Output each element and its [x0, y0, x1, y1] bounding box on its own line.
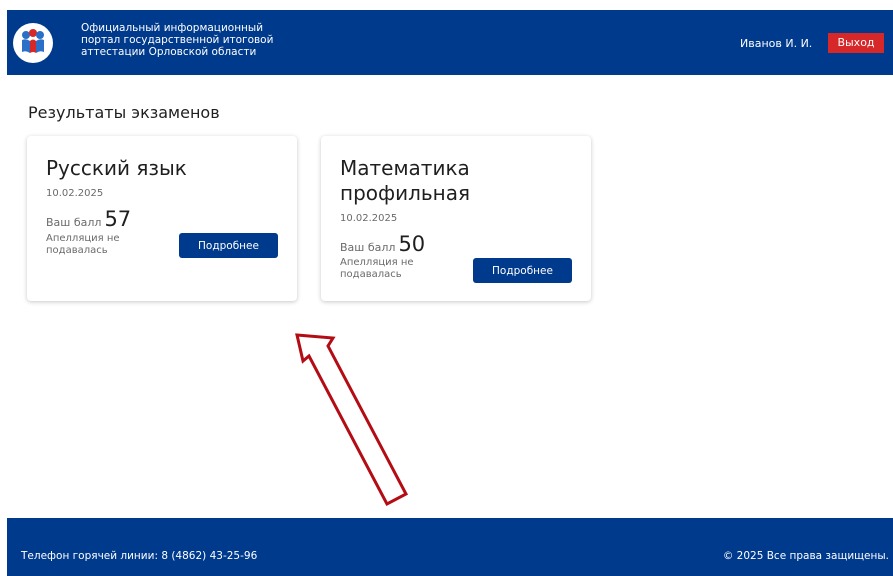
user-name[interactable]: Иванов И. И. [740, 37, 812, 51]
details-button[interactable]: Подробнее [179, 233, 278, 258]
logout-button[interactable]: Выход [828, 33, 884, 53]
appeal-status: Апелляция не подавалась [46, 233, 120, 256]
details-button[interactable]: Подробнее [473, 258, 572, 283]
exam-date: 10.02.2025 [46, 188, 104, 199]
score-label: Ваш балл [46, 216, 102, 229]
arrow-up-left-icon [295, 333, 409, 507]
score-label: Ваш балл [340, 241, 396, 254]
page-title: Результаты экзаменов [28, 103, 220, 122]
score-value: 57 [104, 207, 132, 231]
score-value: 50 [398, 232, 426, 256]
appeal-status: Апелляция не подавалась [340, 257, 414, 280]
gia-logo-icon[interactable] [13, 23, 53, 63]
portal-title: Официальный информационный портал госуда… [81, 22, 274, 58]
copyright: © 2025 Все права защищены. [722, 550, 889, 562]
exam-subject: Русский язык [46, 156, 187, 180]
exam-card: Математика профильная 10.02.2025 Ваш бал… [321, 136, 591, 301]
exam-card: Русский язык 10.02.2025 Ваш балл 57 Апел… [27, 136, 297, 301]
site-header: Официальный информационный портал госуда… [7, 10, 893, 75]
score-row: Ваш балл 57 [46, 208, 131, 230]
score-row: Ваш балл 50 [340, 233, 425, 255]
exam-date: 10.02.2025 [340, 213, 398, 224]
exam-subject: Математика профильная [340, 156, 471, 205]
hotline-phone[interactable]: Телефон горячей линии: 8 (4862) 43-25-96 [21, 550, 257, 562]
site-footer: Телефон горячей линии: 8 (4862) 43-25-96… [7, 518, 893, 576]
